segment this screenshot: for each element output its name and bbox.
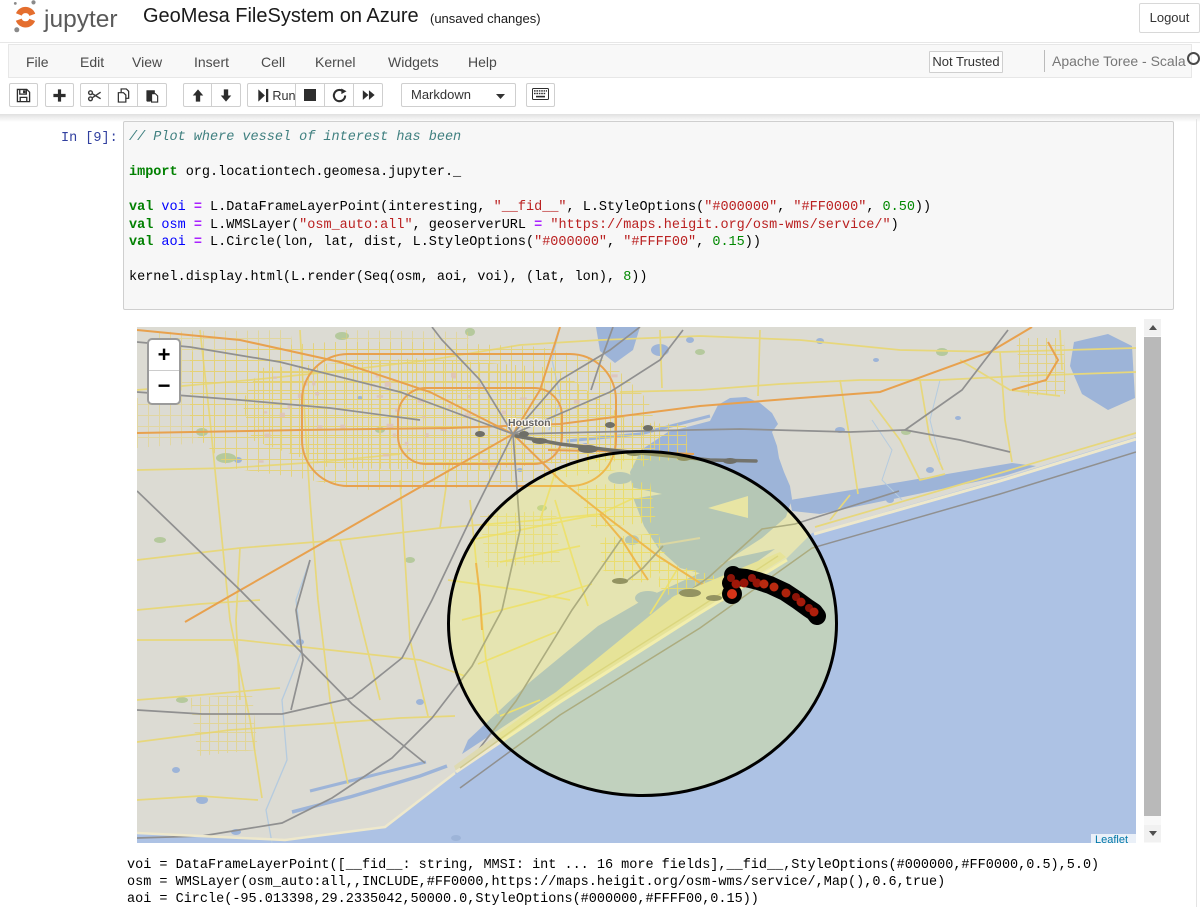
svg-text:jupyter: jupyter <box>43 6 118 33</box>
svg-text:Run: Run <box>272 89 295 103</box>
svg-text:Houston: Houston <box>508 417 551 429</box>
